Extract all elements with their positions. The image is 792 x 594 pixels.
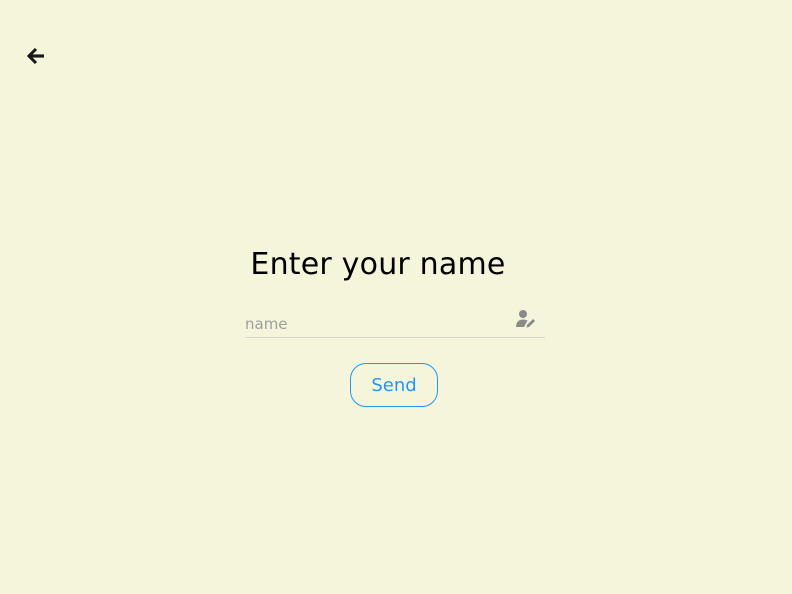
name-input[interactable]	[245, 313, 505, 335]
name-form: Enter your name Send	[0, 0, 792, 594]
send-button[interactable]: Send	[350, 363, 438, 407]
person-edit-icon	[515, 309, 537, 329]
page-title: Enter your name	[250, 247, 506, 282]
name-field[interactable]	[245, 305, 545, 338]
